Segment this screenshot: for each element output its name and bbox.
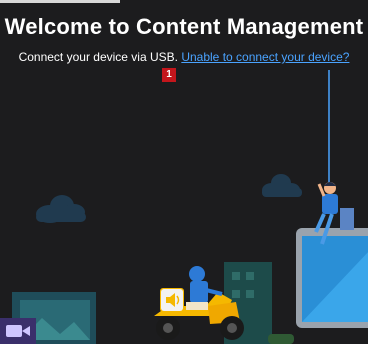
video-icon	[0, 318, 36, 344]
cloud-right-icon	[262, 174, 302, 197]
content-management-welcome: Welcome to Content Management Connect yo…	[0, 0, 368, 344]
speaker-icon	[161, 289, 183, 311]
illustration	[0, 70, 368, 344]
tablet-bag	[340, 208, 354, 230]
shrub	[268, 334, 294, 344]
cloud-left-icon	[36, 195, 86, 223]
